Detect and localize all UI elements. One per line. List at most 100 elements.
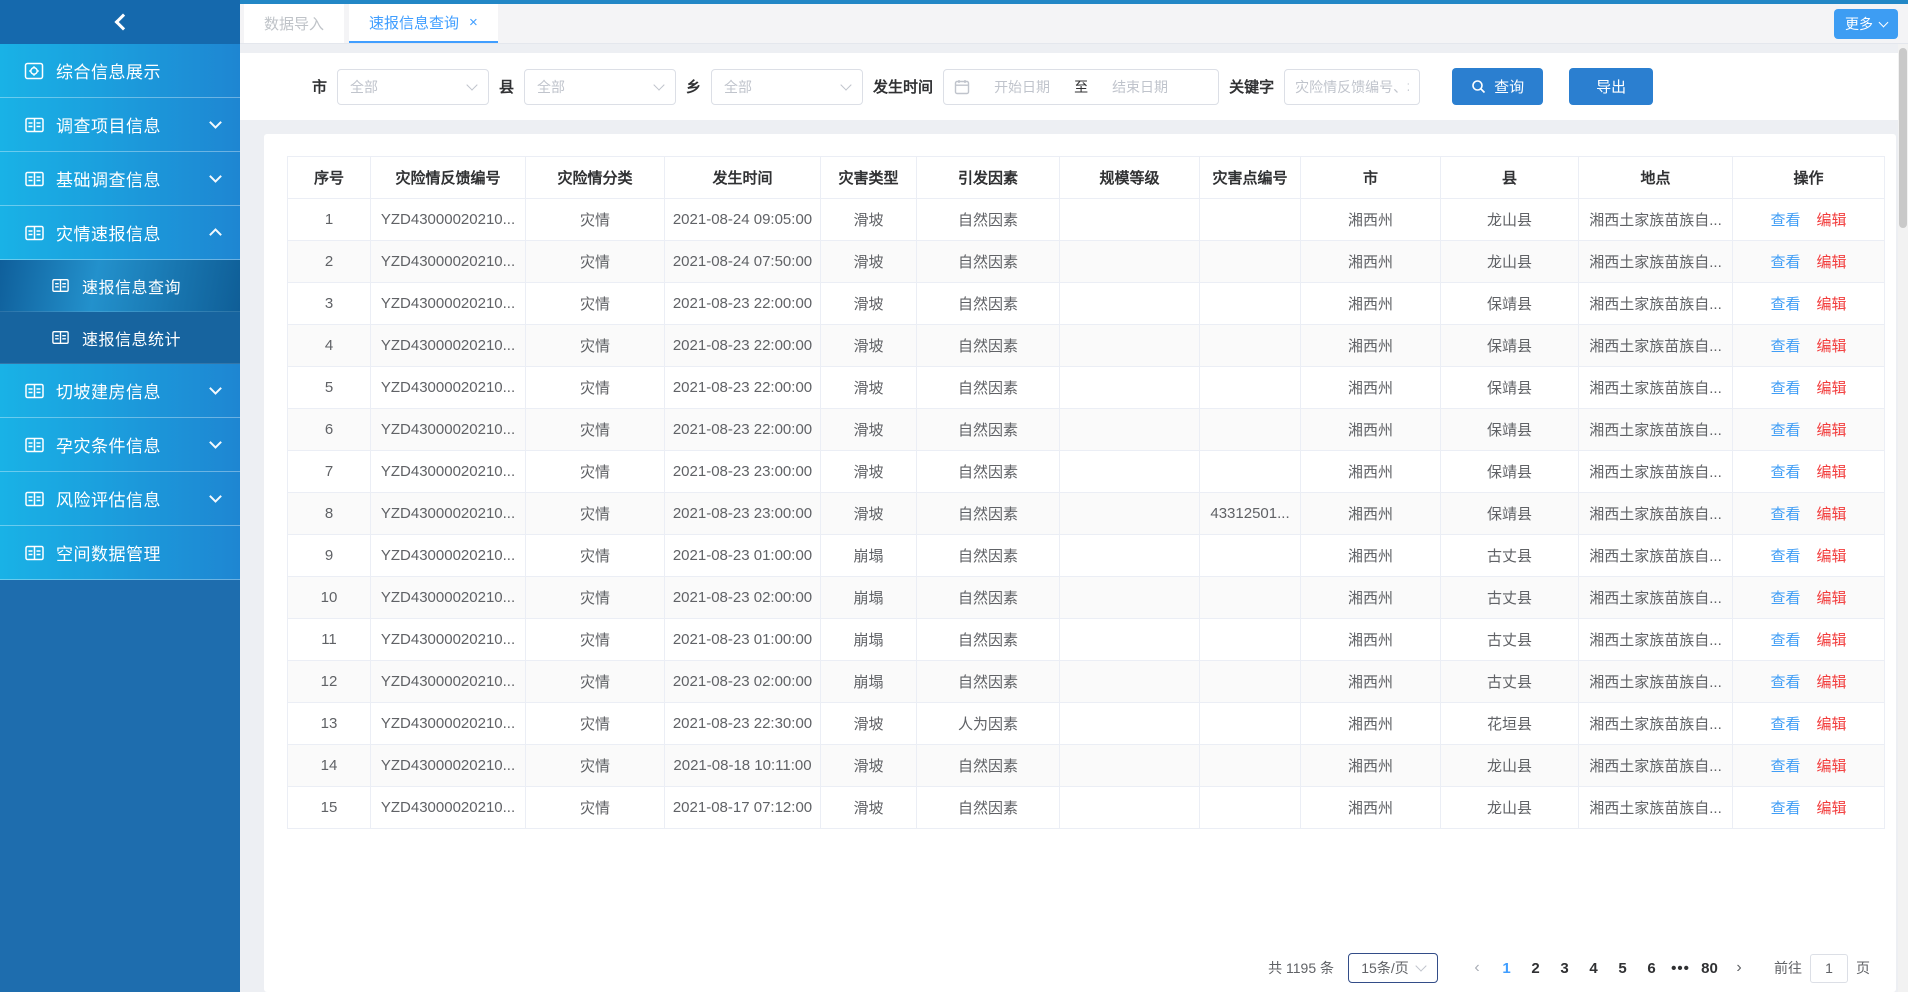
table-cell (1060, 619, 1200, 661)
edit-link[interactable]: 编辑 (1817, 422, 1847, 439)
vertical-scrollbar[interactable] (1898, 44, 1908, 992)
export-button[interactable]: 导出 (1569, 68, 1653, 105)
pager-page-4[interactable]: 4 (1579, 960, 1608, 977)
edit-link[interactable]: 编辑 (1817, 254, 1847, 271)
sidebar-subitem-report-query[interactable]: 速报信息查询 (0, 260, 240, 312)
view-link[interactable]: 查看 (1770, 590, 1800, 607)
more-button[interactable]: 更多 (1834, 9, 1898, 39)
table-icon (24, 491, 44, 507)
chevron-down-icon (209, 490, 222, 503)
pager-page-1[interactable]: 1 (1492, 960, 1521, 977)
col-header-city: 市 (1301, 157, 1441, 199)
start-date-input[interactable] (976, 79, 1068, 95)
col-header-category: 灾险情分类 (526, 157, 665, 199)
pager-ellipsis[interactable]: ••• (1666, 960, 1695, 977)
edit-link[interactable]: 编辑 (1817, 212, 1847, 229)
view-link[interactable]: 查看 (1770, 506, 1800, 523)
close-icon[interactable]: × (469, 14, 478, 31)
view-link[interactable]: 查看 (1770, 548, 1800, 565)
county-select[interactable]: 全部 (524, 69, 676, 105)
pager-page-3[interactable]: 3 (1550, 960, 1579, 977)
sidebar-item-hazard-conditions[interactable]: 孕灾条件信息 (0, 418, 240, 472)
search-button[interactable]: 查询 (1452, 68, 1543, 105)
view-link[interactable]: 查看 (1770, 716, 1800, 733)
scrollbar-thumb[interactable] (1899, 48, 1907, 228)
edit-link[interactable]: 编辑 (1817, 758, 1847, 775)
view-link[interactable]: 查看 (1770, 464, 1800, 481)
edit-link[interactable]: 编辑 (1817, 338, 1847, 355)
sidebar-item-survey-project[interactable]: 调查项目信息 (0, 98, 240, 152)
end-date-input[interactable] (1094, 79, 1186, 95)
tab-label: 数据导入 (264, 13, 324, 34)
edit-link[interactable]: 编辑 (1817, 674, 1847, 691)
edit-link[interactable]: 编辑 (1817, 800, 1847, 817)
sidebar-item-label: 切坡建房信息 (56, 378, 161, 403)
view-link[interactable]: 查看 (1770, 674, 1800, 691)
search-button-label: 查询 (1494, 76, 1524, 97)
view-link[interactable]: 查看 (1770, 422, 1800, 439)
edit-link[interactable]: 编辑 (1817, 380, 1847, 397)
sidebar-item-spatial-data[interactable]: 空间数据管理 (0, 526, 240, 580)
tab-data-import[interactable]: 数据导入 (244, 4, 344, 43)
sidebar-item-integrated-display[interactable]: 综合信息展示 (0, 44, 240, 98)
table-cell (1200, 787, 1301, 829)
sidebar-item-disaster-report[interactable]: 灾情速报信息 (0, 206, 240, 260)
table-cell (1200, 703, 1301, 745)
col-header-trigger-factor: 引发因素 (917, 157, 1060, 199)
page-size-select[interactable]: 15条/页 (1348, 953, 1438, 983)
view-link[interactable]: 查看 (1770, 254, 1800, 271)
view-link[interactable]: 查看 (1770, 212, 1800, 229)
pager-page-6[interactable]: 6 (1637, 960, 1666, 977)
chevron-down-icon (653, 79, 664, 90)
view-link[interactable]: 查看 (1770, 800, 1800, 817)
table-row: 2YZD43000020210...灾情2021-08-24 07:50:00滑… (288, 241, 1885, 283)
table-card: 序号 灾险情反馈编号 灾险情分类 发生时间 灾害类型 引发因素 规模等级 灾害点… (264, 134, 1896, 992)
col-header-index: 序号 (288, 157, 371, 199)
view-link[interactable]: 查看 (1770, 296, 1800, 313)
table-cell: 灾情 (526, 703, 665, 745)
edit-link[interactable]: 编辑 (1817, 632, 1847, 649)
township-select[interactable]: 全部 (711, 69, 863, 105)
sidebar-subitem-report-stats[interactable]: 速报信息统计 (0, 312, 240, 364)
view-link[interactable]: 查看 (1770, 380, 1800, 397)
edit-link[interactable]: 编辑 (1817, 548, 1847, 565)
edit-link[interactable]: 编辑 (1817, 716, 1847, 733)
sidebar-collapse-button[interactable] (0, 0, 240, 44)
tab-label: 速报信息查询 (369, 12, 459, 33)
table-cell: YZD43000020210... (371, 451, 526, 493)
chevron-up-icon (209, 228, 222, 241)
view-link[interactable]: 查看 (1770, 758, 1800, 775)
table-cell: 湘西土家族苗族自... (1579, 283, 1733, 325)
pager-page-2[interactable]: 2 (1521, 960, 1550, 977)
table-cell: 滑坡 (821, 745, 917, 787)
table-icon (24, 383, 44, 399)
sidebar-item-label: 调查项目信息 (56, 112, 161, 137)
prev-page-button[interactable]: ‹ (1462, 959, 1492, 977)
edit-link[interactable]: 编辑 (1817, 590, 1847, 607)
table-cell (1200, 451, 1301, 493)
table-cell-actions: 查看编辑 (1733, 367, 1885, 409)
table-row: 14YZD43000020210...灾情2021-08-18 10:11:00… (288, 745, 1885, 787)
view-link[interactable]: 查看 (1770, 338, 1800, 355)
table-cell: 灾情 (526, 325, 665, 367)
sidebar-item-slope-housing[interactable]: 切坡建房信息 (0, 364, 240, 418)
table-cell (1060, 451, 1200, 493)
sidebar-item-basic-survey[interactable]: 基础调查信息 (0, 152, 240, 206)
pager-page-5[interactable]: 5 (1608, 960, 1637, 977)
view-link[interactable]: 查看 (1770, 632, 1800, 649)
date-range-picker[interactable]: 至 (943, 69, 1219, 105)
tab-report-query[interactable]: 速报信息查询 × (349, 4, 498, 43)
pager-page-80[interactable]: 80 (1695, 960, 1724, 977)
table-cell: 2 (288, 241, 371, 283)
edit-link[interactable]: 编辑 (1817, 506, 1847, 523)
edit-link[interactable]: 编辑 (1817, 296, 1847, 313)
goto-page-input[interactable] (1810, 954, 1848, 983)
table-cell: 人为因素 (917, 703, 1060, 745)
keyword-input[interactable] (1284, 69, 1420, 105)
next-page-button[interactable]: › (1724, 959, 1754, 977)
edit-link[interactable]: 编辑 (1817, 464, 1847, 481)
table-cell: 自然因素 (917, 367, 1060, 409)
sidebar-item-risk-assessment[interactable]: 风险评估信息 (0, 472, 240, 526)
table-cell: 自然因素 (917, 493, 1060, 535)
city-select[interactable]: 全部 (337, 69, 489, 105)
